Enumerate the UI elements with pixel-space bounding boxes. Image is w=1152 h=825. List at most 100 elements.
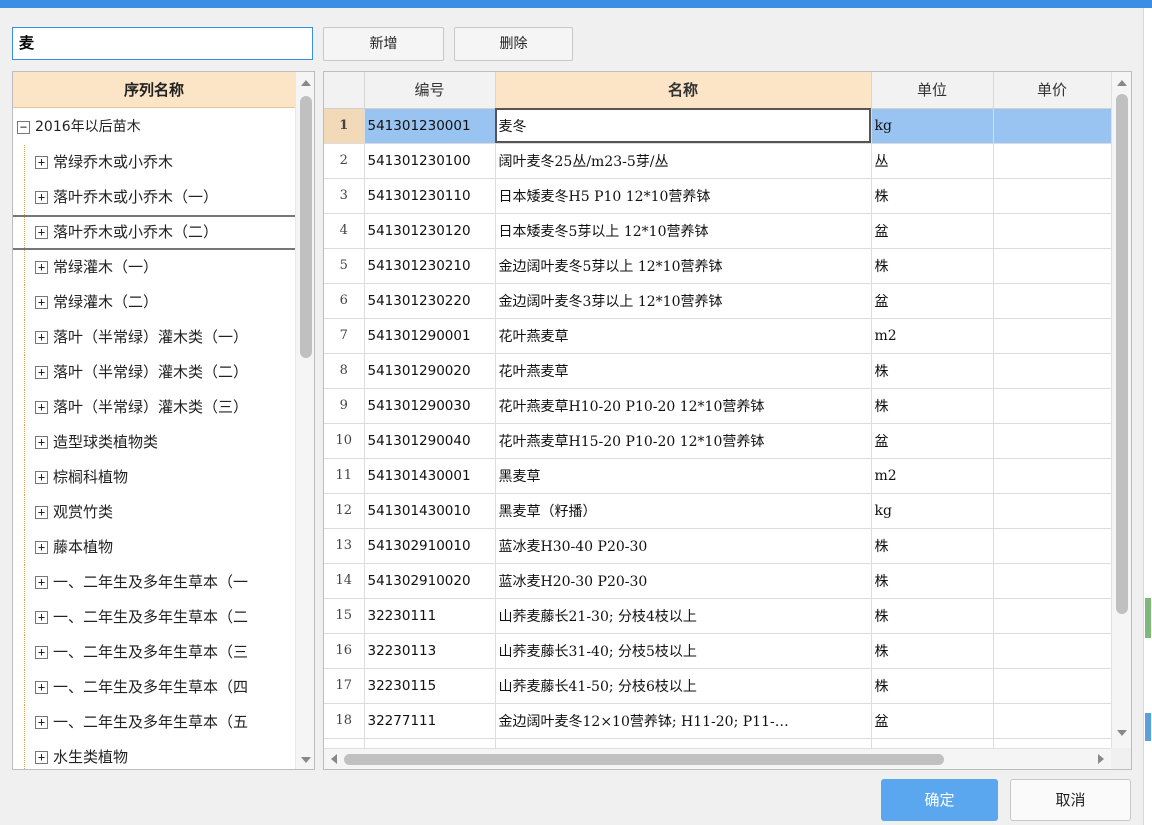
code-cell[interactable]: 32277111 (364, 703, 496, 739)
unit-cell[interactable]: 株 (871, 248, 994, 284)
code-cell[interactable]: 541302910020 (364, 563, 496, 599)
tree-item[interactable]: + 落叶（半常绿）灌木类（一） (13, 320, 295, 355)
price-cell[interactable] (993, 283, 1112, 319)
unit-cell[interactable]: 盆 (871, 423, 994, 459)
price-cell[interactable] (993, 353, 1112, 389)
row-number-cell[interactable]: 4 (324, 213, 365, 249)
unit-cell[interactable]: 盆 (871, 213, 994, 249)
row-number-cell[interactable]: 2 (324, 143, 365, 179)
unit-cell[interactable]: 株 (871, 178, 994, 214)
grid-vertical-scrollbar[interactable] (1111, 72, 1131, 748)
price-cell[interactable] (993, 668, 1112, 704)
price-cell[interactable] (993, 108, 1112, 144)
name-cell[interactable]: 花叶燕麦草 (495, 318, 872, 354)
row-number-cell[interactable]: 16 (324, 633, 365, 669)
expand-icon[interactable]: + (35, 751, 48, 764)
code-cell[interactable]: 541302910010 (364, 528, 496, 564)
code-cell[interactable]: 541301230210 (364, 248, 496, 284)
name-cell[interactable]: 日本矮麦冬5芽以上 12*10营养钵 (495, 213, 872, 249)
expand-icon[interactable]: + (35, 191, 48, 204)
scroll-left-arrow-icon[interactable] (331, 754, 337, 764)
grid-header-unit[interactable]: 单位 (871, 72, 994, 109)
name-cell[interactable]: 阔叶麦冬25丛/m23-5芽/丛 (495, 143, 872, 179)
row-number-cell[interactable]: 17 (324, 668, 365, 704)
grid-header-price[interactable]: 单价 (993, 72, 1112, 109)
unit-cell[interactable]: 盆 (871, 703, 994, 739)
row-number-cell[interactable]: 7 (324, 318, 365, 354)
expand-icon[interactable]: + (35, 541, 48, 554)
row-number-cell[interactable]: 13 (324, 528, 365, 564)
table-row[interactable]: 3 541301230110 日本矮麦冬H5 P10 12*10营养钵株 (324, 178, 1112, 214)
table-row[interactable]: 18 32277111 金边阔叶麦冬12×10营养钵; H11-20; P11-… 盆 (324, 703, 1112, 739)
unit-cell[interactable]: 丛 (871, 143, 994, 179)
row-number-cell[interactable]: 15 (324, 598, 365, 634)
collapse-icon[interactable]: − (17, 120, 30, 134)
scroll-up-arrow-icon[interactable] (301, 80, 311, 86)
grid-header-name[interactable]: 名称 (495, 72, 872, 109)
name-cell[interactable]: 金边阔叶麦冬3芽以上 12*10营养钵 (495, 283, 872, 319)
table-row[interactable]: 14 541302910020 蓝冰麦H20-30 P20-30 株 (324, 563, 1112, 599)
tree-item[interactable]: + 藤本植物 (13, 530, 295, 565)
scroll-down-arrow-icon[interactable] (301, 757, 311, 763)
expand-icon[interactable]: + (35, 576, 48, 589)
name-cell[interactable]: 黑麦草（籽播） (495, 493, 872, 529)
row-number-cell[interactable]: 12 (324, 493, 365, 529)
tree-item[interactable]: + 棕榈科植物 (13, 460, 295, 495)
tree-scroll-thumb[interactable] (300, 96, 312, 358)
tree-item[interactable]: + 落叶（半常绿）灌木类（二） (13, 355, 295, 390)
code-cell[interactable]: 32230115 (364, 668, 496, 704)
table-row[interactable]: 7 541301290001 花叶燕麦草 m2 (324, 318, 1112, 354)
price-cell[interactable] (993, 633, 1112, 669)
price-cell[interactable] (993, 423, 1112, 459)
grid-horizontal-scrollbar[interactable] (324, 748, 1111, 769)
row-number-cell[interactable]: 9 (324, 388, 365, 424)
table-row[interactable]: 8 541301290020 花叶燕麦草株 (324, 353, 1112, 389)
table-row[interactable]: 13 541302910010 蓝冰麦H30-40 P20-30 株 (324, 528, 1112, 564)
name-cell[interactable]: 金边阔叶麦冬5芽以上 12*10营养钵 (495, 248, 872, 284)
row-number-cell[interactable]: 14 (324, 563, 365, 599)
tree-vertical-scrollbar[interactable] (295, 72, 314, 769)
price-cell[interactable] (993, 318, 1112, 354)
row-number-cell[interactable]: 1 (324, 108, 365, 144)
table-row[interactable]: 9 541301290030 花叶燕麦草H10-20 P10-20 12*10营养钵… (324, 388, 1112, 424)
expand-icon[interactable]: + (35, 296, 48, 309)
table-row[interactable]: 12 541301430010 黑麦草（籽播） kg (324, 493, 1112, 529)
price-cell[interactable] (993, 528, 1112, 564)
cancel-button[interactable]: 取消 (1010, 779, 1131, 821)
price-cell[interactable] (993, 598, 1112, 634)
unit-cell[interactable]: kg (871, 493, 994, 529)
tree-item[interactable]: + 常绿灌木（二） (13, 285, 295, 320)
code-cell[interactable]: 541301430001 (364, 458, 496, 494)
row-number-cell[interactable]: 11 (324, 458, 365, 494)
unit-cell[interactable]: 株 (871, 668, 994, 704)
tree-item[interactable]: + 一、二年生及多年生草本（四 (13, 670, 295, 705)
tree-item[interactable]: + 常绿灌木（一） (13, 250, 295, 285)
unit-cell[interactable]: 株 (871, 528, 994, 564)
tree-item[interactable]: + 落叶乔木或小乔木（一） (13, 180, 295, 215)
expand-icon[interactable]: + (35, 611, 48, 624)
expand-icon[interactable]: + (35, 471, 48, 484)
name-cell[interactable]: 金边阔叶麦冬12×10营养钵; H11-20; P11-… (495, 703, 872, 739)
row-number-cell[interactable]: 10 (324, 423, 365, 459)
table-row[interactable]: 1 541301230001 麦冬 kg (324, 108, 1112, 144)
unit-cell[interactable]: m2 (871, 318, 994, 354)
price-cell[interactable] (993, 703, 1112, 739)
tree-item[interactable]: −2016年以后苗木 (13, 110, 295, 145)
code-cell[interactable]: 541301290001 (364, 318, 496, 354)
table-row[interactable]: 16 32230113 山荞麦藤长31-40; 分枝5枝以上株 (324, 633, 1112, 669)
unit-cell[interactable]: 株 (871, 353, 994, 389)
expand-icon[interactable]: + (35, 366, 48, 379)
expand-icon[interactable]: + (35, 436, 48, 449)
name-cell[interactable]: 日本矮麦冬H5 P10 12*10营养钵 (495, 178, 872, 214)
row-number-cell[interactable]: 18 (324, 703, 365, 739)
tree-item[interactable]: + 水生类植物 (13, 740, 295, 769)
name-cell[interactable]: 山荞麦藤长41-50; 分枝6枝以上 (495, 668, 872, 704)
unit-cell[interactable]: 株 (871, 598, 994, 634)
unit-cell[interactable]: kg (871, 108, 994, 144)
expand-icon[interactable]: + (35, 646, 48, 659)
table-row[interactable]: 17 32230115 山荞麦藤长41-50; 分枝6枝以上株 (324, 668, 1112, 704)
expand-icon[interactable]: + (35, 331, 48, 344)
tree-item[interactable]: + 一、二年生及多年生草本（三 (13, 635, 295, 670)
table-row[interactable]: 6 541301230220 金边阔叶麦冬3芽以上 12*10营养钵盆 (324, 283, 1112, 319)
tree-item[interactable]: + 一、二年生及多年生草本（一 (13, 565, 295, 600)
